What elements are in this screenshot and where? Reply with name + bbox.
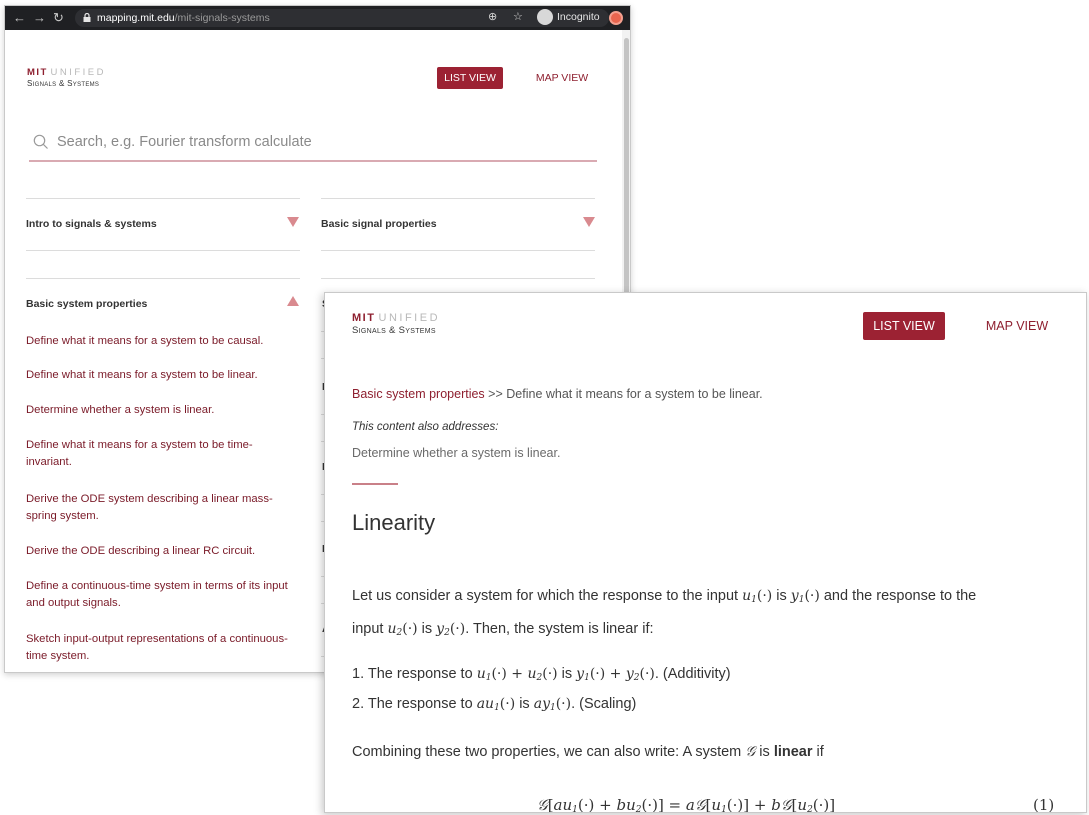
- browser-toolbar: ← → ↻ mapping.mit.edu/mit-signals-system…: [5, 6, 630, 30]
- topic-intro[interactable]: Intro to signals & systems: [26, 218, 157, 230]
- objective-link[interactable]: Define what it means for a system to be …: [26, 437, 298, 471]
- list-item: 2. The response to au1(·) is ay1(·). (Sc…: [352, 696, 637, 713]
- divider: [26, 250, 300, 251]
- profile-avatar[interactable]: [609, 11, 623, 25]
- breadcrumb-separator: >>: [488, 387, 503, 401]
- divider: [26, 198, 300, 199]
- list-view-button[interactable]: LIST VIEW: [863, 312, 945, 340]
- logo-subtitle: Signals & Systems: [27, 78, 100, 88]
- objective-link[interactable]: Derive the ODE describing a linear RC ci…: [26, 543, 298, 560]
- equation: 𝒢[au1(·) + bu2(·)] = a𝒢[u1(·)] + b𝒢[u2(·…: [537, 796, 836, 813]
- search-input[interactable]: [57, 134, 577, 150]
- also-addresses-item[interactable]: Determine whether a system is linear.: [352, 446, 560, 460]
- chevron-down-icon[interactable]: [287, 217, 299, 227]
- search-icon: [33, 134, 48, 149]
- url-text: mapping.mit.edu/mit-signals-systems: [97, 12, 270, 24]
- search-bar: [29, 128, 597, 162]
- equation-number: (1): [1033, 796, 1055, 813]
- forward-arrow-icon[interactable]: →: [33, 10, 46, 25]
- site-logo[interactable]: MIT UNIFIED Signals & Systems: [352, 313, 440, 336]
- section-divider: [352, 483, 398, 485]
- objective-link[interactable]: Define what it means for a system to be …: [26, 333, 298, 350]
- content-window: MIT UNIFIED Signals & Systems LIST VIEW …: [324, 292, 1087, 813]
- map-view-button[interactable]: MAP VIEW: [527, 67, 597, 89]
- objective-link[interactable]: Derive the ODE system describing a linea…: [26, 491, 298, 525]
- divider: [26, 278, 300, 279]
- logo-mit: MIT: [352, 312, 376, 324]
- divider: [321, 198, 595, 199]
- divider: [321, 250, 595, 251]
- chevron-up-icon[interactable]: [287, 296, 299, 306]
- breadcrumb: Basic system properties >> Define what i…: [352, 387, 763, 401]
- paragraph: Let us consider a system for which the r…: [352, 588, 977, 605]
- objective-link[interactable]: Determine whether a system is linear.: [26, 402, 298, 419]
- page-title: Linearity: [352, 510, 436, 535]
- incognito-label: Incognito: [557, 11, 600, 23]
- objective-link[interactable]: Define what it means for a system to be …: [26, 367, 298, 384]
- scrollbar-thumb[interactable]: [624, 38, 629, 298]
- paragraph: input u2(·) is y2(·). Then, the system i…: [352, 621, 654, 638]
- address-bar[interactable]: mapping.mit.edu/mit-signals-systems: [75, 9, 609, 27]
- map-view-button[interactable]: MAP VIEW: [975, 312, 1059, 340]
- topic-signal-properties[interactable]: Basic signal properties: [321, 218, 437, 230]
- chevron-down-icon[interactable]: [583, 217, 595, 227]
- also-addresses-label: This content also addresses:: [352, 421, 499, 433]
- list-view-button[interactable]: LIST VIEW: [437, 67, 503, 89]
- breadcrumb-link[interactable]: Basic system properties: [352, 387, 485, 401]
- logo-unified: UNIFIED: [378, 312, 441, 324]
- divider: [321, 278, 595, 279]
- star-icon[interactable]: ☆: [513, 10, 523, 23]
- topic-system-properties[interactable]: Basic system properties: [26, 298, 147, 310]
- back-arrow-icon[interactable]: ←: [13, 10, 26, 25]
- logo-subtitle: Signals & Systems: [352, 325, 436, 336]
- reload-icon[interactable]: ↻: [53, 10, 64, 26]
- lock-icon: [83, 13, 91, 22]
- site-logo[interactable]: MIT UNIFIED Signals & Systems: [27, 68, 106, 88]
- list-item: 1. The response to u1(·) + u2(·) is y1(·…: [352, 666, 731, 683]
- objective-link[interactable]: Define a continuous-time system in terms…: [26, 578, 298, 612]
- logo-mit: MIT: [27, 67, 48, 78]
- incognito-icon: [537, 9, 553, 25]
- zoom-icon[interactable]: ⊕: [488, 10, 497, 23]
- objective-link[interactable]: Sketch input-output representations of a…: [26, 631, 298, 665]
- breadcrumb-current: Define what it means for a system to be …: [506, 387, 763, 401]
- paragraph: Combining these two properties, we can a…: [352, 744, 824, 760]
- logo-unified: UNIFIED: [50, 67, 106, 78]
